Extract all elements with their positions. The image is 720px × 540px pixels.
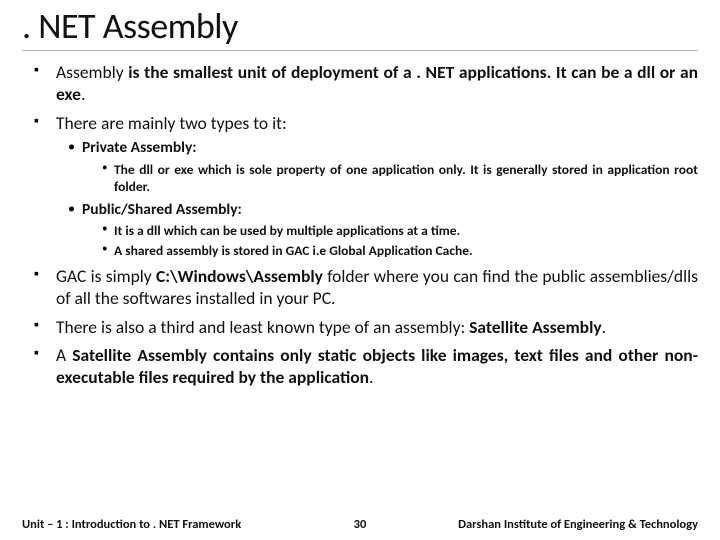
sub-private: Private Assembly: The dll or exe which i… [70,138,698,195]
sub-private-detail: The dll or exe which is sole property of… [104,161,698,196]
bullet-4-bold: Satellite Assembly [469,316,602,338]
sub-public-label: Public/Shared Assembly: [82,200,242,219]
bullet-5: A Satellite Assembly contains only stati… [40,344,698,389]
sub-public: Public/Shared Assembly: It is a dll whic… [70,200,698,259]
bullet-2: There are mainly two types to it: Privat… [40,112,698,259]
bullet-5-pre: A [56,344,72,366]
bullet-1-post: . [81,83,85,105]
sub-private-label: Private Assembly: [82,138,197,157]
slide: . NET Assembly Assembly is the smallest … [0,0,720,540]
bullet-1-bold: is the smallest unit of deployment of a … [56,61,698,105]
bullet-3-pre: GAC is simply [56,265,156,287]
bullet-1-pre: Assembly [56,61,128,83]
bullet-2-text: There are mainly two types to it: [56,112,287,134]
bullet-5-post: . [369,366,373,388]
bullet-4: There is also a third and least known ty… [40,316,698,338]
footer-right: Darshan Institute of Engineering & Techn… [390,517,698,532]
slide-title: . NET Assembly [22,0,698,51]
bullet-3: GAC is simply C:\Windows\Assembly folder… [40,265,698,310]
footer-left: Unit – 1 : Introduction to . NET Framewo… [22,517,330,532]
detail-list-2: It is a dll which can be used by multipl… [82,222,698,259]
bullet-list: Assembly is the smallest unit of deploym… [22,61,698,389]
bullet-4-pre: There is also a third and least known ty… [56,316,469,338]
footer: Unit – 1 : Introduction to . NET Framewo… [0,508,720,540]
bullet-4-post: . [602,316,606,338]
sub-public-detail-2: A shared assembly is stored in GAC i.e G… [104,242,698,259]
sub-list: Private Assembly: The dll or exe which i… [56,138,698,259]
footer-page-number: 30 [330,517,390,532]
bullet-3-bold: C:\Windows\Assembly [156,265,323,287]
bullet-5-bold: Satellite Assembly contains only static … [56,344,698,388]
bullet-1: Assembly is the smallest unit of deploym… [40,61,698,106]
sub-public-detail-1: It is a dll which can be used by multipl… [104,222,698,239]
detail-list-1: The dll or exe which is sole property of… [82,161,698,196]
